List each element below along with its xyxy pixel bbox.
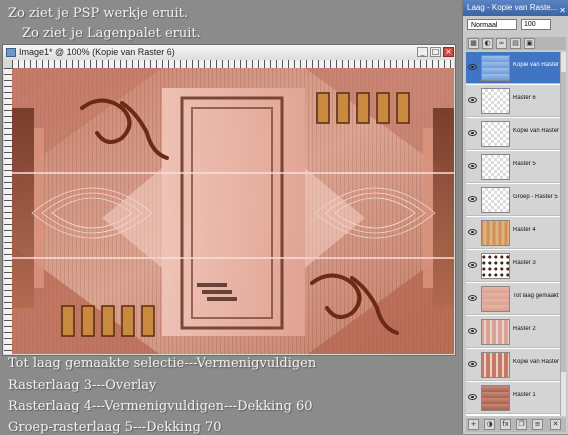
layers-result-note: Zo ziet je Lagenpalet eruit. <box>22 26 201 41</box>
layer-row[interactable]: Groep - Raster 5 <box>466 184 560 216</box>
layer-row[interactable]: Kopie van Raster 1 <box>466 349 560 381</box>
layer-name: Groep - Raster 5 <box>513 194 558 200</box>
maximize-button[interactable]: □ <box>430 47 441 57</box>
delete-layer-icon[interactable]: ✕ <box>550 419 561 430</box>
image-window[interactable]: Image1* @ 100% (Kopie van Raster 6) _ □ … <box>2 44 456 356</box>
instruction-1: Tot laag gemaakte selectie---Vermenigvul… <box>8 356 317 371</box>
visibility-eye-icon[interactable] <box>468 394 477 400</box>
layer-thumbnail <box>481 385 510 411</box>
layer-thumbnail <box>481 187 510 213</box>
artwork-image <box>12 68 454 354</box>
effects-icon[interactable]: fx <box>500 419 511 430</box>
layer-thumbnail <box>481 154 510 180</box>
layer-toolbar: ▦ ◐ ∞ ▤ ▣ <box>466 37 566 50</box>
visibility-eye-icon[interactable] <box>468 229 477 235</box>
visibility-eye-icon[interactable] <box>468 361 477 367</box>
layer-name: Kopie van Raster 5 <box>513 128 559 134</box>
layer-thumbnail <box>481 55 510 81</box>
layers-scrollbar[interactable] <box>560 52 566 416</box>
blend-controls: Normaal <box>467 19 565 31</box>
layer-row[interactable]: Raster 2 <box>466 316 560 348</box>
layer-name: Kopie van Raster 6 <box>513 62 559 68</box>
blend-mode-dropdown[interactable]: Normaal <box>467 19 517 30</box>
layer-row[interactable]: Raster 3 <box>466 250 560 282</box>
close-button[interactable]: × <box>443 47 454 57</box>
layer-thumbnail <box>481 319 510 345</box>
layer-row[interactable]: Raster 5 <box>466 151 560 183</box>
mask-icon[interactable]: ◐ <box>482 38 493 49</box>
layer-name: Kopie van Raster 1 <box>513 359 559 365</box>
layer-row[interactable]: Kopie van Raster 6 <box>466 52 560 84</box>
minimize-button[interactable]: _ <box>417 47 428 57</box>
layer-name: Raster 4 <box>513 227 536 233</box>
psp-result-note: Zo ziet je PSP werkje eruit. <box>8 6 189 21</box>
layers-palette-titlebar[interactable]: Laag - Kopie van Raste... ✕ <box>463 0 568 16</box>
visibility-eye-icon[interactable] <box>468 97 477 103</box>
layer-name: Raster 3 <box>513 260 536 266</box>
layer-name: Tot laag gemaakte s <box>513 293 559 299</box>
layer-row[interactable]: Kopie van Raster 5 <box>466 118 560 150</box>
image-window-titlebar[interactable]: Image1* @ 100% (Kopie van Raster 6) _ □ … <box>3 45 455 60</box>
image-document-icon <box>6 48 16 57</box>
layers-palette-title: Laag - Kopie van Raste... <box>467 3 558 12</box>
palette-bottom-toolbar: + ◑ fx ❐ ≡ ✕ <box>466 418 566 432</box>
lock-icon[interactable]: ▣ <box>524 38 535 49</box>
instruction-2: Rasterlaag 3---Overlay <box>8 378 157 393</box>
layer-name: Raster 5 <box>513 161 536 167</box>
layer-name: Raster 6 <box>513 95 536 101</box>
properties-icon[interactable]: ≡ <box>532 419 543 430</box>
group-icon[interactable]: ▤ <box>510 38 521 49</box>
layer-name: Raster 2 <box>513 326 536 332</box>
visibility-eye-icon[interactable] <box>468 64 477 70</box>
horizontal-ruler <box>12 60 454 68</box>
layer-thumbnail <box>481 88 510 114</box>
scrollbar-thumb[interactable] <box>561 72 566 372</box>
visibility-eye-icon[interactable] <box>468 262 477 268</box>
duplicate-icon[interactable]: ❐ <box>516 419 527 430</box>
instruction-3: Rasterlaag 4---Vermenigvuldigen---Dekkin… <box>8 399 313 414</box>
palette-close-icon[interactable]: ✕ <box>559 3 566 19</box>
layer-thumbnail <box>481 220 510 246</box>
layer-thumbnail <box>481 352 510 378</box>
instruction-4: Groep-rasterlaag 5---Dekking 70 <box>8 420 222 435</box>
layer-row[interactable]: Raster 6 <box>466 85 560 117</box>
layer-name: Raster 1 <box>513 392 536 398</box>
adjust-icon[interactable]: ◑ <box>484 419 495 430</box>
new-layer-icon[interactable]: ▦ <box>468 38 479 49</box>
image-window-title: Image1* @ 100% (Kopie van Raster 6) <box>19 47 175 57</box>
layer-thumbnail <box>481 121 510 147</box>
layer-thumbnail <box>481 253 510 279</box>
layer-thumbnail <box>481 286 510 312</box>
image-canvas[interactable] <box>12 68 454 354</box>
visibility-eye-icon[interactable] <box>468 328 477 334</box>
visibility-eye-icon[interactable] <box>468 196 477 202</box>
visibility-eye-icon[interactable] <box>468 295 477 301</box>
opacity-field[interactable] <box>521 19 551 30</box>
new-raster-layer-icon[interactable]: + <box>468 419 479 430</box>
layer-row[interactable]: Raster 1 <box>466 382 560 414</box>
layers-palette[interactable]: Laag - Kopie van Raste... ✕ Normaal ▦ ◐ … <box>462 0 568 434</box>
layers-list[interactable]: Kopie van Raster 6 Raster 6 Kopie van Rast… <box>466 52 566 416</box>
layer-row[interactable]: Tot laag gemaakte s <box>466 283 560 315</box>
link-icon[interactable]: ∞ <box>496 38 507 49</box>
visibility-eye-icon[interactable] <box>468 130 477 136</box>
vertical-ruler <box>4 68 12 354</box>
layer-row[interactable]: Raster 4 <box>466 217 560 249</box>
visibility-eye-icon[interactable] <box>468 163 477 169</box>
